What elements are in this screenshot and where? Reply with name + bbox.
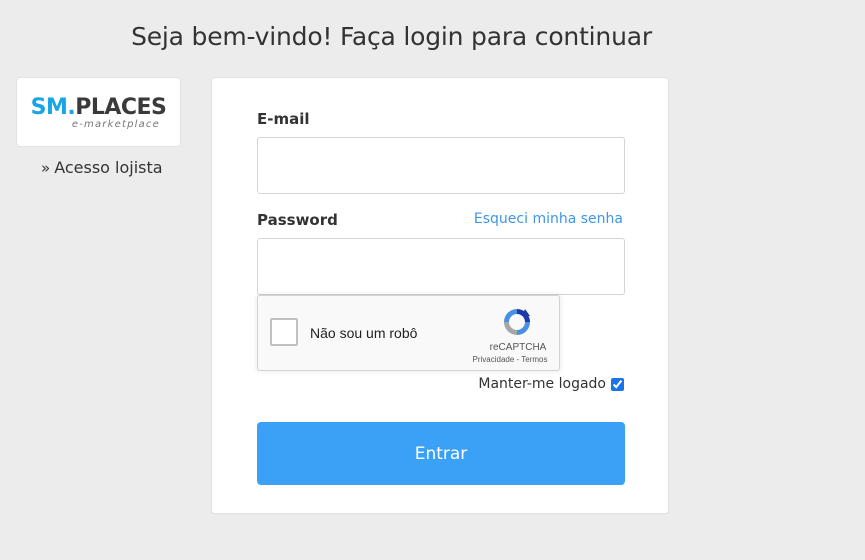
keep-logged-row: Manter-me logado bbox=[478, 376, 624, 392]
login-card: E-mail Password Esqueci minha senha Não … bbox=[211, 77, 669, 514]
brand-logo: SM.PLACES bbox=[31, 97, 167, 119]
shop-access-link[interactable]: » Acesso lojista bbox=[41, 158, 163, 177]
email-field[interactable] bbox=[257, 137, 625, 194]
keep-logged-checkbox[interactable] bbox=[611, 377, 624, 391]
double-chevron-right-icon: » bbox=[41, 159, 51, 177]
logo-sm-text: SM bbox=[30, 95, 68, 120]
recaptcha-label: Não sou um robô bbox=[310, 325, 418, 341]
shop-access-label: Acesso lojista bbox=[54, 158, 163, 177]
forgot-password-link[interactable]: Esqueci minha senha bbox=[474, 211, 623, 227]
recaptcha-links: Privacidade - Termos bbox=[458, 355, 562, 364]
recaptcha-checkbox[interactable] bbox=[270, 318, 298, 346]
login-submit-button[interactable]: Entrar bbox=[257, 422, 625, 485]
password-field[interactable] bbox=[257, 238, 625, 295]
recaptcha-brand: reCAPTCHA bbox=[489, 342, 547, 353]
recaptcha-widget: Não sou um robô reCAPTCHA Privacidade - … bbox=[257, 295, 560, 371]
keep-logged-label: Manter-me logado bbox=[478, 376, 606, 392]
logo-tagline: e-marketplace bbox=[71, 119, 160, 130]
logo-places-text: PLACES bbox=[75, 95, 167, 120]
recaptcha-terms-link[interactable]: Termos bbox=[521, 355, 547, 364]
recaptcha-privacy-link[interactable]: Privacidade bbox=[472, 355, 514, 364]
password-label: Password bbox=[257, 211, 338, 229]
page-title: Seja bem-vindo! Faça login para continua… bbox=[131, 22, 652, 51]
email-label: E-mail bbox=[257, 110, 310, 128]
recaptcha-logo-icon bbox=[504, 309, 530, 335]
brand-logo-card: SM.PLACES e-marketplace bbox=[16, 77, 181, 147]
